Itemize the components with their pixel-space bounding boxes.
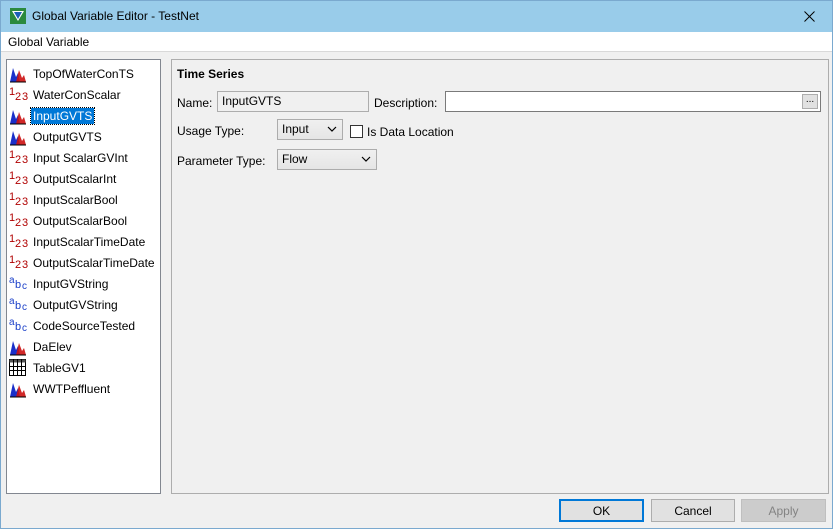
chevron-down-icon [361, 156, 371, 162]
name-value: InputGVTS [222, 94, 282, 108]
string-icon: abc [9, 316, 27, 334]
numeric-icon: 123 [9, 253, 29, 271]
tree-item[interactable]: 1 2 3 OutputScalarTimeDate [9, 252, 157, 273]
tree-item[interactable]: TopOfWaterConTS [9, 63, 136, 84]
description-field[interactable]: ... [445, 91, 821, 112]
tree-item-label: CodeSourceTested [33, 318, 136, 333]
table-icon [9, 358, 29, 377]
numeric-icon: 123 [9, 232, 29, 250]
numeric-icon: 123 [9, 148, 29, 166]
timeseries-icon [9, 380, 29, 398]
tree-item[interactable]: 1 2 3 InputScalarBool [9, 189, 120, 210]
tree-item[interactable]: InputGVTS [9, 105, 96, 126]
tree-item[interactable]: TableGV1 [9, 357, 88, 378]
window-title: Global Variable Editor - TestNet [32, 9, 199, 23]
tree-item-label: InputScalarTimeDate [33, 234, 146, 249]
tree-item[interactable]: 1 2 3 OutputScalarInt [9, 168, 118, 189]
tree-item-label: InputGVString [33, 276, 109, 291]
tree-item[interactable]: 1 2 3 InputScalarTimeDate [9, 231, 147, 252]
tree-item-label: WaterConScalar [33, 87, 121, 102]
tree-item[interactable]: 1 2 3 Input ScalarGVInt [9, 147, 130, 168]
numeric-icon: 123 [9, 169, 29, 187]
tree-item-label: OutputScalarTimeDate [33, 255, 155, 270]
tree-item[interactable]: 1 2 3 OutputScalarBool [9, 210, 129, 231]
tree-item-label: DaElev [33, 339, 72, 354]
tree-item-label: TableGV1 [33, 360, 86, 375]
tree-item-label: OutputGVString [33, 297, 118, 312]
ok-button[interactable]: OK [559, 499, 644, 522]
chevron-down-icon [327, 126, 337, 132]
tree-item-label: InputScalarBool [33, 192, 118, 207]
menu-bar: Global Variable [1, 32, 832, 52]
description-label: Description: [374, 96, 438, 110]
parameter-type-value: Flow [282, 152, 308, 166]
tree-item[interactable]: WWTPeffluent [9, 378, 112, 399]
apply-button[interactable]: Apply [741, 499, 826, 522]
close-button[interactable] [786, 1, 832, 32]
tree-item-label: OutputScalarInt [33, 171, 117, 186]
numeric-icon: 123 [9, 85, 29, 103]
tree-item[interactable]: DaElev [9, 336, 74, 357]
usage-type-value: Input [282, 122, 309, 136]
title-bar[interactable]: Global Variable Editor - TestNet [1, 1, 832, 32]
app-icon [10, 8, 26, 24]
is-data-location-label: Is Data Location [367, 125, 454, 139]
detail-panel: Time Series Name: InputGVTS Description:… [171, 59, 829, 494]
tree-item[interactable]: a b c InputGVString [9, 273, 110, 294]
tree-item-label: OutputGVTS [33, 129, 102, 144]
numeric-icon: 123 [9, 211, 29, 229]
timeseries-icon [9, 128, 29, 146]
parameter-type-label: Parameter Type: [177, 154, 266, 168]
timeseries-icon [9, 65, 29, 83]
global-variable-list[interactable]: TopOfWaterConTS 1 2 3 WaterConScalar InputGVT… [6, 59, 161, 494]
string-icon: abc [9, 274, 27, 292]
numeric-icon: 123 [9, 190, 29, 208]
tree-item[interactable]: a b c CodeSourceTested [9, 315, 137, 336]
parameter-type-select[interactable]: Flow [277, 149, 377, 170]
close-icon [803, 11, 815, 22]
usage-type-select[interactable]: Input [277, 119, 343, 140]
usage-type-label: Usage Type: [177, 124, 245, 138]
is-data-location-checkbox[interactable] [350, 125, 363, 138]
tree-item[interactable]: OutputGVTS [9, 126, 104, 147]
section-title: Time Series [177, 67, 245, 81]
cancel-button[interactable]: Cancel [651, 499, 735, 522]
description-browse-button[interactable]: ... [802, 94, 818, 109]
tree-item-label: OutputScalarBool [33, 213, 128, 228]
tree-item-label: Input ScalarGVInt [33, 150, 128, 165]
tree-item[interactable]: 1 2 3 WaterConScalar [9, 84, 123, 105]
tree-item-label: TopOfWaterConTS [33, 66, 134, 81]
name-field: InputGVTS [217, 91, 369, 112]
tree-item[interactable]: a b c OutputGVString [9, 294, 120, 315]
tree-item-label: InputGVTS [29, 106, 96, 125]
timeseries-icon [9, 338, 29, 356]
name-label: Name: [177, 96, 213, 110]
timeseries-icon [9, 107, 29, 125]
string-icon: abc [9, 295, 27, 313]
tree-item-label: WWTPeffluent [33, 381, 111, 396]
menu-global-variable[interactable]: Global Variable [8, 35, 89, 49]
global-variable-editor-window: Global Variable Editor - TestNet Global … [0, 0, 833, 529]
